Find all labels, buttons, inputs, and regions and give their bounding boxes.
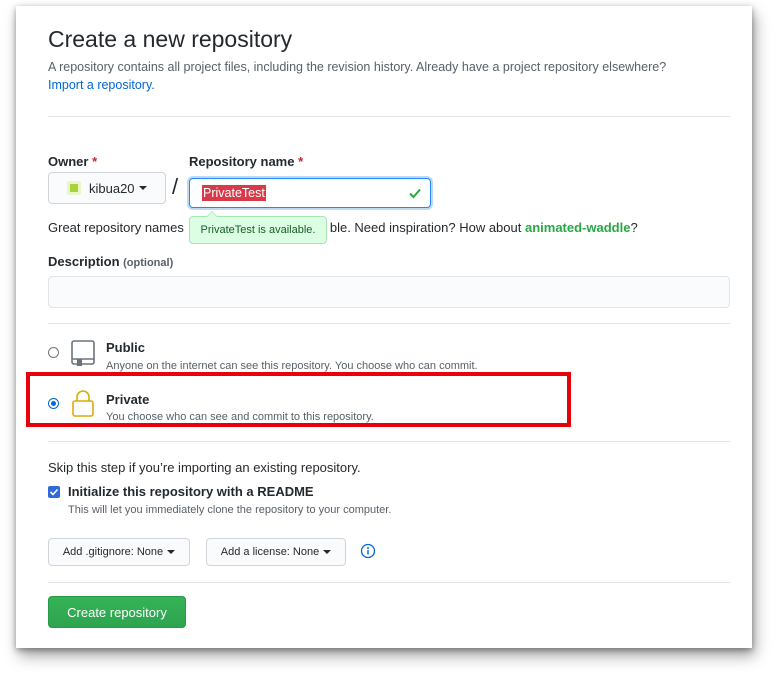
public-title: Public — [106, 340, 146, 355]
license-label: Add a license: None — [220, 546, 320, 558]
readme-title: Initialize this repository with a README — [68, 484, 314, 499]
page-title: Create a new repository — [48, 26, 293, 52]
repository-name-value: PrivateTest — [202, 185, 266, 201]
caret-down-icon — [167, 550, 176, 554]
suggested-name[interactable]: animated-waddle — [525, 220, 630, 235]
description-input[interactable] — [48, 276, 730, 308]
caret-down-icon — [138, 186, 147, 190]
repository-name-input[interactable]: PrivateTest — [189, 178, 431, 208]
required-marker: * — [92, 154, 98, 169]
subtitle-text: A repository contains all project files,… — [48, 60, 667, 74]
owner-value: kibua20 — [89, 180, 135, 196]
public-radio[interactable] — [48, 347, 59, 358]
divider — [48, 441, 730, 442]
availability-tooltip: PrivateTest is available. — [189, 211, 327, 244]
divider — [48, 116, 730, 117]
skip-text: Skip this step if you’re importing an ex… — [48, 460, 361, 475]
checkmark-icon — [49, 488, 59, 496]
gitignore-select[interactable]: Add .gitignore: None — [48, 538, 190, 566]
private-option-highlight — [26, 372, 571, 427]
check-icon — [409, 188, 421, 199]
name-hint: Great repository names ble. Need inspirat… — [48, 220, 638, 235]
optional-marker: (optional) — [123, 257, 174, 269]
owner-label-text: Owner — [48, 154, 89, 169]
create-repo-card: Create a new repository A repository con… — [16, 6, 752, 648]
owner-avatar — [67, 181, 81, 195]
hint-text-start: Great repository names — [48, 220, 184, 235]
repo-book-icon — [71, 340, 95, 366]
owner-repo-separator: / — [172, 174, 179, 199]
hint-text-end: ble. Need inspiration? How about — [329, 220, 522, 235]
create-repository-button[interactable]: Create repository — [48, 596, 186, 628]
repo-name-label-text: Repository name — [189, 154, 295, 169]
readme-description: This will let you immediately clone the … — [68, 504, 392, 516]
description-label-text: Description — [48, 254, 120, 269]
divider — [48, 582, 730, 583]
info-icon[interactable] — [360, 543, 376, 559]
page-subtitle: A repository contains all project files,… — [48, 58, 730, 94]
description-label: Description (optional) — [48, 254, 173, 269]
readme-checkbox[interactable] — [48, 486, 60, 498]
license-select[interactable]: Add a license: None — [206, 538, 346, 566]
import-repository-link[interactable]: Import a repository. — [48, 78, 155, 92]
owner-label: Owner * — [48, 154, 97, 169]
required-marker: * — [298, 154, 304, 169]
caret-down-icon — [323, 550, 332, 554]
repo-name-label: Repository name * — [189, 154, 303, 169]
public-description: Anyone on the internet can see this repo… — [106, 360, 478, 372]
owner-select-button[interactable]: kibua20 — [48, 172, 166, 204]
divider — [48, 323, 730, 324]
hint-end: ? — [630, 220, 638, 235]
gitignore-label: Add .gitignore: None — [62, 546, 164, 558]
